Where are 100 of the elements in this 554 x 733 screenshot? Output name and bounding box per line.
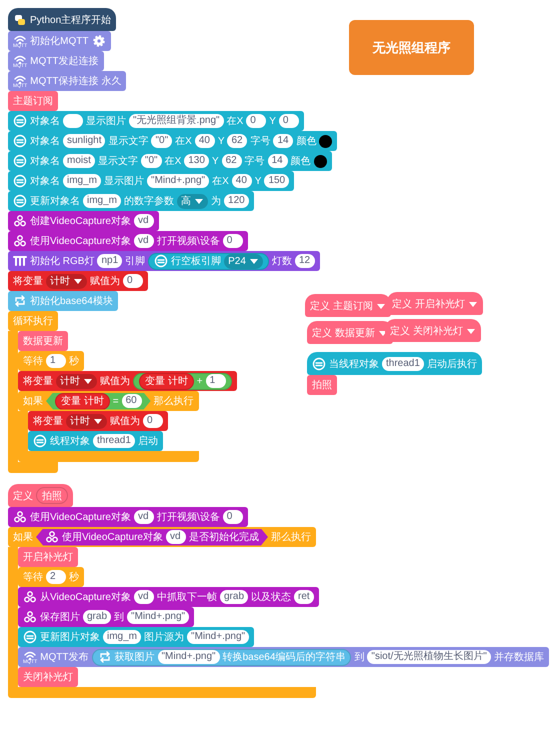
input-field[interactable]: vd bbox=[134, 590, 154, 604]
block-label: 显示文字 bbox=[108, 134, 148, 148]
input-field[interactable]: thread1 bbox=[382, 356, 424, 370]
input-field[interactable]: ret bbox=[294, 590, 314, 604]
hat-block[interactable]: 当线程对象 thread1 启动后执行 bbox=[307, 352, 482, 375]
input-field[interactable]: 14 bbox=[268, 154, 288, 168]
block-label: 更新图片对象 bbox=[40, 630, 100, 644]
block-label: 打开视频\设备 bbox=[156, 234, 220, 248]
input-field[interactable]: vd bbox=[166, 530, 186, 544]
reporter-block[interactable]: 变量 计时 bbox=[55, 392, 110, 410]
text-field[interactable]: "Mind+.png" bbox=[158, 650, 220, 664]
input-field[interactable]: sunlight bbox=[63, 134, 106, 148]
reporter-block[interactable]: 变量 计时 + 1 bbox=[133, 372, 232, 390]
block-label: 赋值为 bbox=[110, 414, 140, 428]
code-block[interactable]: 对象名 显示图片 "无光照组背景.png" 在X 0 Y 0 bbox=[8, 111, 304, 131]
condition-block[interactable]: 变量 计时 = 60 bbox=[46, 392, 151, 410]
input-field[interactable]: 0 bbox=[246, 114, 266, 128]
input-field[interactable]: img_m bbox=[83, 194, 122, 208]
input-field[interactable] bbox=[63, 114, 83, 128]
code-block[interactable]: 将变量 计时 赋值为 0 bbox=[28, 411, 168, 431]
input-field[interactable]: 40 bbox=[194, 134, 215, 148]
block-label: 创建VideoCapture对象 bbox=[30, 214, 131, 228]
input-field[interactable]: vd bbox=[134, 510, 154, 524]
code-block[interactable]: 对象名 img_m 显示图片 "Mind+.png" 在X 40 Y 150 bbox=[8, 171, 294, 191]
input-field[interactable]: 0 bbox=[222, 234, 243, 248]
input-field[interactable]: vd bbox=[134, 234, 154, 248]
reporter-block[interactable]: 获取图片 "Mind+.png" 转换base64编码后的字符串 bbox=[92, 648, 352, 666]
input-field[interactable]: 40 bbox=[232, 174, 252, 188]
code-block[interactable]: 更新图片对象 img_m 图片源为 "Mind+.png" bbox=[18, 627, 254, 647]
input-field[interactable]: 62 bbox=[222, 154, 242, 168]
color-swatch[interactable] bbox=[319, 134, 332, 148]
input-field[interactable]: 62 bbox=[227, 134, 248, 148]
text-field[interactable]: "Mind+.png" bbox=[127, 610, 190, 624]
input-field[interactable]: 2 bbox=[46, 570, 66, 584]
code-block[interactable]: 从VideoCapture对象 vd 中抓取下一帧 grab 以及状态 ret bbox=[18, 587, 319, 607]
input-field[interactable]: 150 bbox=[264, 174, 290, 188]
code-block[interactable]: 对象名 moist 显示文字 "0" 在X 130 Y 62 字号 14 颜色 bbox=[8, 151, 332, 171]
three-rings-icon bbox=[23, 610, 37, 624]
code-block[interactable]: 创建VideoCapture对象 vd bbox=[8, 211, 159, 231]
input-field[interactable]: 0 bbox=[143, 414, 163, 428]
block-label: 对象名 bbox=[30, 114, 60, 128]
code-block[interactable]: 将变量 计时 赋值为 0 bbox=[8, 271, 148, 291]
block-label: 数据更新 bbox=[23, 334, 63, 348]
input-field[interactable]: thread1 bbox=[93, 434, 135, 448]
code-block[interactable]: 等待 1 秒 bbox=[18, 351, 84, 371]
wifi-icon bbox=[13, 54, 28, 64]
input-field[interactable]: img_m bbox=[103, 630, 142, 644]
dropdown[interactable]: P24 bbox=[224, 254, 263, 268]
code-block[interactable]: 更新对象名 img_m 的数字参数 高 为 120 bbox=[8, 191, 254, 211]
text-field[interactable]: "Mind+.png" bbox=[147, 174, 210, 188]
dropdown[interactable]: 高 bbox=[177, 194, 208, 208]
input-field[interactable]: 12 bbox=[294, 254, 315, 268]
text-field[interactable]: "Mind+.png" bbox=[187, 630, 250, 644]
input-field[interactable]: 120 bbox=[224, 194, 249, 208]
input-field[interactable]: 0 bbox=[123, 274, 143, 288]
block-label: 显示图片 bbox=[86, 114, 126, 128]
block-label: 行空板引脚 bbox=[171, 254, 222, 268]
block-label: 字号 bbox=[244, 154, 265, 168]
text-field[interactable]: "siot/无光照植物生长图片" bbox=[367, 650, 491, 664]
input-field[interactable]: 14 bbox=[273, 134, 294, 148]
ring-icon bbox=[13, 174, 27, 188]
input-field[interactable]: grab bbox=[83, 610, 112, 624]
reporter-block[interactable]: 行空板引脚 P24 bbox=[148, 252, 269, 270]
dropdown[interactable]: 计时 bbox=[56, 374, 97, 388]
input-field[interactable]: moist bbox=[63, 154, 95, 168]
code-block[interactable]: 对象名 sunlight 显示文字 "0" 在X 40 Y 62 字号 14 颜色 bbox=[8, 131, 338, 151]
input-field[interactable]: 0 bbox=[222, 510, 243, 524]
dropdown[interactable]: 计时 bbox=[66, 414, 107, 428]
input-field[interactable]: 130 bbox=[184, 154, 209, 168]
block-label: MQTT保持连接 永久 bbox=[30, 74, 122, 88]
block-label: Python主程序开始 bbox=[30, 14, 112, 26]
code-block[interactable]: 等待 2 秒 bbox=[18, 567, 84, 587]
input-field[interactable]: 1 bbox=[206, 374, 226, 388]
three-rings-icon bbox=[13, 510, 27, 524]
block-label: 在X bbox=[175, 135, 192, 148]
code-block[interactable]: 使用VideoCapture对象 vd 打开视频\设备 0 bbox=[8, 231, 248, 251]
block-label: 更新对象名 bbox=[30, 194, 80, 208]
input-field[interactable]: 1 bbox=[46, 354, 66, 368]
hat-block[interactable]: Python主程序开始 bbox=[8, 8, 116, 31]
code-block[interactable]: 使用VideoCapture对象 vd 打开视频\设备 0 bbox=[8, 507, 248, 527]
input-field[interactable]: np1 bbox=[97, 254, 122, 268]
input-field[interactable]: 60 bbox=[122, 394, 142, 408]
color-swatch[interactable] bbox=[314, 154, 327, 168]
condition-block[interactable]: 使用VideoCapture对象 vd 是否初始化完成 bbox=[36, 528, 268, 546]
code-block[interactable]: 如果 变量 计时 = 60 那么执行 bbox=[18, 391, 199, 411]
dropdown[interactable]: 计时 bbox=[46, 274, 87, 288]
text-field[interactable]: "0" bbox=[140, 154, 162, 168]
input-field[interactable]: 0 bbox=[278, 114, 299, 128]
three-rings-icon bbox=[45, 530, 59, 544]
code-block[interactable]: 线程对象 thread1 启动 bbox=[28, 431, 163, 451]
code-block[interactable]: 初始化 RGB灯 np1 引脚 行空板引脚 P24 灯数 12 bbox=[8, 251, 320, 271]
text-field[interactable]: "无光照组背景.png" bbox=[129, 114, 224, 128]
code-block[interactable]: 将变量 计时 赋值为 变量 计时 + 1 bbox=[18, 371, 237, 391]
input-field[interactable]: grab bbox=[220, 590, 248, 604]
code-block[interactable]: 保存图片 grab 到 "Mind+.png" bbox=[18, 607, 194, 627]
text-field[interactable]: "0" bbox=[151, 134, 172, 148]
input-field[interactable]: img_m bbox=[63, 174, 102, 188]
code-block[interactable]: 如果 使用VideoCapture对象 vd 是否初始化完成 那么执行 bbox=[8, 527, 316, 547]
reporter-block[interactable]: 变量 计时 bbox=[139, 372, 194, 390]
input-field[interactable]: vd bbox=[134, 214, 154, 228]
